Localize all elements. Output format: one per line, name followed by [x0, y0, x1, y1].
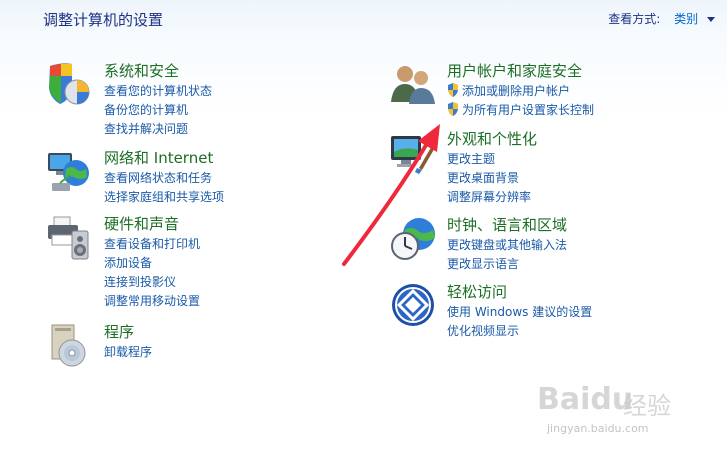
- link-troubleshoot[interactable]: 查找并解决问题: [104, 120, 212, 139]
- ease-of-access-icon[interactable]: [389, 281, 437, 329]
- watermark-logo-cn: 经验: [623, 392, 671, 420]
- page-title: 调整计算机的设置: [43, 11, 164, 29]
- category-links: 使用 Windows 建议的设置 优化视频显示: [447, 303, 592, 341]
- category-links: 查看设备和打印机 添加设备 连接到投影仪 调整常用移动设置: [104, 235, 200, 311]
- category-title[interactable]: 硬件和声音: [104, 213, 179, 234]
- watermark: Baidu 经验 jingyan.baidu.com: [537, 382, 687, 438]
- link-connect-projector[interactable]: 连接到投影仪: [104, 273, 200, 292]
- link-label: 为所有用户设置家长控制: [462, 103, 595, 117]
- category-network-internet: 网络和 Internet 查看网络状态和任务 选择家庭组和共享选项: [46, 147, 346, 207]
- category-title[interactable]: 外观和个性化: [447, 128, 537, 149]
- link-view-computer-status[interactable]: 查看您的计算机状态: [104, 82, 212, 101]
- view-by-dropdown[interactable]: 类别: [674, 12, 698, 26]
- link-parental-controls[interactable]: 为所有用户设置家长控制: [447, 101, 594, 120]
- category-hardware-sound: 硬件和声音 查看设备和打印机 添加设备 连接到投影仪 调整常用移动设置: [46, 213, 346, 313]
- view-by-label: 查看方式:: [608, 12, 661, 26]
- link-optimize-display[interactable]: 优化视频显示: [447, 322, 592, 341]
- category-user-accounts: 用户帐户和家庭安全 添加或删除用户帐户 为所有用户设置家长控制: [389, 60, 689, 120]
- link-recommended-settings[interactable]: 使用 Windows 建议的设置: [447, 303, 592, 322]
- category-links: 添加或删除用户帐户 为所有用户设置家长控制: [447, 82, 594, 120]
- category-links: 更改键盘或其他输入法 更改显示语言: [447, 236, 567, 274]
- category-appearance: 外观和个性化 更改主题 更改桌面背景 调整屏幕分辨率: [389, 128, 689, 208]
- link-network-status[interactable]: 查看网络状态和任务: [104, 169, 224, 188]
- category-links: 查看您的计算机状态 备份您的计算机 查找并解决问题: [104, 82, 212, 139]
- watermark-url: jingyan.baidu.com: [547, 422, 649, 435]
- category-ease-of-access: 轻松访问 使用 Windows 建议的设置 优化视频显示: [389, 281, 689, 341]
- category-links: 卸载程序: [104, 343, 152, 362]
- uac-shield-icon: [448, 83, 458, 97]
- link-change-theme[interactable]: 更改主题: [447, 150, 531, 169]
- watermark-logo: Baidu: [537, 382, 634, 417]
- link-devices-printers[interactable]: 查看设备和打印机: [104, 235, 200, 254]
- link-change-background[interactable]: 更改桌面背景: [447, 169, 531, 188]
- link-label: 添加或删除用户帐户: [462, 84, 571, 98]
- program-disc-icon[interactable]: [46, 321, 94, 369]
- link-change-display-language[interactable]: 更改显示语言: [447, 255, 567, 274]
- users-icon[interactable]: [389, 60, 437, 108]
- category-title[interactable]: 网络和 Internet: [104, 147, 213, 168]
- category-title[interactable]: 程序: [104, 321, 134, 342]
- link-backup-computer[interactable]: 备份您的计算机: [104, 101, 212, 120]
- view-by-control: 查看方式: 类别: [608, 10, 715, 27]
- category-system-security: 系统和安全 查看您的计算机状态 备份您的计算机 查找并解决问题: [46, 60, 346, 140]
- link-add-device[interactable]: 添加设备: [104, 254, 200, 273]
- link-screen-resolution[interactable]: 调整屏幕分辨率: [447, 188, 531, 207]
- clock-globe-icon[interactable]: [389, 214, 437, 262]
- shield-pie-icon[interactable]: [46, 60, 94, 108]
- link-uninstall-program[interactable]: 卸载程序: [104, 343, 152, 362]
- link-add-remove-accounts[interactable]: 添加或删除用户帐户: [447, 82, 594, 101]
- chevron-down-icon[interactable]: [707, 17, 715, 22]
- category-programs: 程序 卸载程序: [46, 321, 346, 371]
- globe-network-icon[interactable]: [46, 147, 94, 195]
- category-clock-language-region: 时钟、语言和区域 更改键盘或其他输入法 更改显示语言: [389, 214, 689, 274]
- link-homegroup-sharing[interactable]: 选择家庭组和共享选项: [104, 188, 224, 207]
- link-mobility-settings[interactable]: 调整常用移动设置: [104, 292, 200, 311]
- uac-shield-icon: [448, 102, 458, 116]
- monitor-paint-icon[interactable]: [389, 128, 437, 176]
- category-links: 查看网络状态和任务 选择家庭组和共享选项: [104, 169, 224, 207]
- category-title[interactable]: 系统和安全: [104, 60, 179, 81]
- category-title[interactable]: 用户帐户和家庭安全: [447, 60, 582, 81]
- category-title[interactable]: 轻松访问: [447, 281, 507, 302]
- category-links: 更改主题 更改桌面背景 调整屏幕分辨率: [447, 150, 531, 207]
- link-change-input-method[interactable]: 更改键盘或其他输入法: [447, 236, 567, 255]
- printer-speaker-icon[interactable]: [46, 213, 94, 261]
- category-title[interactable]: 时钟、语言和区域: [447, 214, 567, 235]
